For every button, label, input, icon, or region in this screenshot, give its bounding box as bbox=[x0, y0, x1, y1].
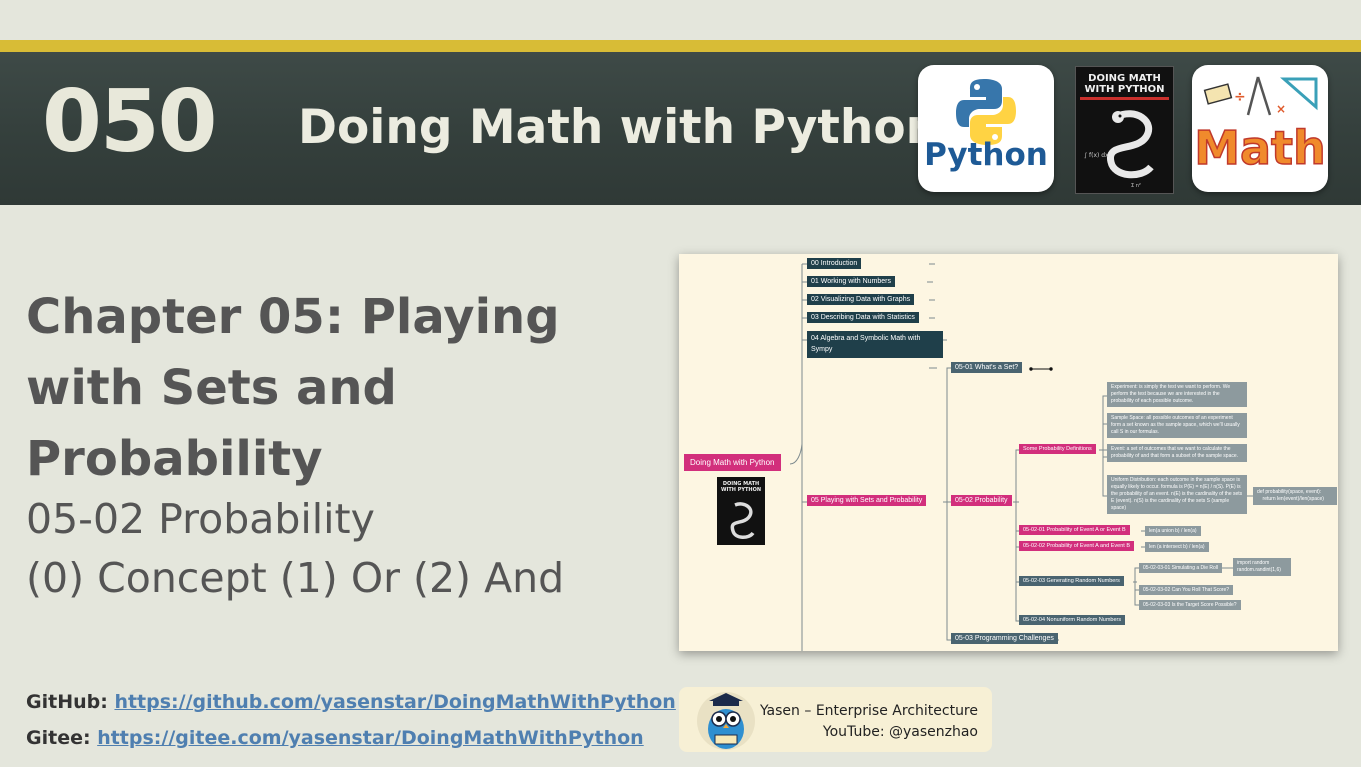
mindmap-definition-note: Sample Space: all possible outcomes of a… bbox=[1107, 413, 1247, 438]
author-info: Yasen – Enterprise Architecture YouTube:… bbox=[760, 701, 978, 743]
github-label: GitHub: bbox=[26, 691, 108, 713]
gitee-link[interactable]: https://gitee.com/yasenstar/DoingMathWit… bbox=[97, 727, 644, 749]
python-logo-card: Python bbox=[918, 65, 1054, 192]
mindmap-random-item: 05-02-03-03 Is the Target Score Possible… bbox=[1139, 600, 1241, 610]
youtube-handle: YouTube: @yasenzhao bbox=[822, 724, 978, 740]
mindmap-subsection-node: 05-02-04 Nonuniform Random Numbers bbox=[1019, 615, 1126, 625]
author-name: Yasen – Enterprise Architecture bbox=[759, 703, 978, 719]
gitee-label: Gitee: bbox=[26, 727, 91, 749]
book-cover: DOING MATH WITH PYTHON ∫ f(x) dx Σ n² bbox=[1075, 66, 1174, 194]
lesson-line-2: (0) Concept (1) Or (2) And bbox=[26, 554, 565, 602]
github-row: GitHub: https://github.com/yasenstar/Doi… bbox=[26, 684, 676, 720]
mindmap-panel: Doing Math with Python DOING MATH WITH P… bbox=[679, 254, 1338, 651]
mindmap-subsection-node: 05-02-01 Probability of Event A or Event… bbox=[1019, 525, 1130, 535]
mindmap-subsection-node: Some Probability Definitions bbox=[1019, 444, 1096, 454]
mindmap-definition-note: Experiment: is simply the test we want t… bbox=[1107, 382, 1247, 407]
mindmap-subsection-node: 05-02-03 Generating Random Numbers bbox=[1019, 576, 1124, 586]
mindmap-chapter-node: 00 Introduction bbox=[807, 258, 862, 269]
mindmap-chapter-node: 01 Working with Numbers bbox=[807, 276, 896, 287]
mindmap-chapter-node: 03 Describing Data with Statistics bbox=[807, 312, 919, 323]
python-logo-text: Python bbox=[924, 137, 1048, 173]
snake-illustration-icon: ∫ f(x) dx Σ n² bbox=[1080, 97, 1169, 189]
math-logo-text: Math bbox=[1193, 120, 1326, 176]
author-card: Yasen – Enterprise Architecture YouTube:… bbox=[679, 687, 992, 752]
mindmap-subsection-node: 05-02-02 Probability of Event A and Even… bbox=[1019, 541, 1135, 551]
mindmap-chapter-node: 04 Algebra and Symbolic Math with Sympy bbox=[807, 331, 943, 358]
series-title: Doing Math with Python bbox=[298, 100, 940, 155]
owl-avatar-icon bbox=[697, 692, 755, 750]
svg-text:Σ n²: Σ n² bbox=[1131, 183, 1141, 189]
mindmap-definition-note: Uniform Distribution: each outcome in th… bbox=[1107, 475, 1247, 514]
mindmap-root-node: Doing Math with Python bbox=[684, 454, 781, 471]
math-logo-card: ÷ × Math bbox=[1192, 65, 1328, 192]
episode-number: 050 bbox=[42, 72, 218, 172]
mindmap-book-thumbnail: DOING MATH WITH PYTHON bbox=[717, 477, 765, 545]
mindmap-section-node-active: 05-02 Probability bbox=[951, 495, 1012, 506]
mindmap-book-snake-icon bbox=[730, 502, 755, 539]
mindmap-section-node: 05-01 What's a Set? bbox=[951, 362, 1023, 373]
gitee-row: Gitee: https://gitee.com/yasenstar/Doing… bbox=[26, 720, 676, 756]
mindmap-chapter-node: 02 Visualizing Data with Graphs bbox=[807, 294, 915, 305]
mindmap-section-node: 05-03 Programming Challenges bbox=[951, 633, 1058, 644]
mindmap-code-note: import random random.randint(1,6) bbox=[1233, 558, 1291, 576]
mindmap-formula-note: len(a union b) / len(a) bbox=[1145, 526, 1201, 536]
mindmap-definition-note: Event: a set of outcomes that we want to… bbox=[1107, 444, 1247, 462]
svg-text:÷: ÷ bbox=[1234, 89, 1246, 105]
chapter-title: Chapter 05: Playing with Sets and Probab… bbox=[26, 289, 560, 487]
mindmap-formula-note: len (a intersect b) / len(a) bbox=[1145, 542, 1209, 552]
repo-links: GitHub: https://github.com/yasenstar/Doi… bbox=[26, 684, 676, 756]
lesson-line-1: 05-02 Probability bbox=[26, 495, 375, 543]
github-link[interactable]: https://github.com/yasenstar/DoingMathWi… bbox=[114, 691, 675, 713]
lesson-subtitle: 05-02 Probability (0) Concept (1) Or (2)… bbox=[26, 490, 564, 608]
top-margin bbox=[0, 0, 1361, 40]
svg-text:×: × bbox=[1276, 102, 1286, 116]
svg-text:∫ f(x) dx: ∫ f(x) dx bbox=[1084, 152, 1109, 159]
mindmap-random-item: 05-02-03-01 Simulating a Die Roll bbox=[1139, 563, 1223, 573]
mindmap-random-item: 05-02-03-02 Can You Roll That Score? bbox=[1139, 585, 1234, 595]
mindmap-code-note: def probability(space, event): return le… bbox=[1253, 487, 1337, 505]
mindmap-chapter-node-active: 05 Playing with Sets and Probability bbox=[807, 495, 927, 506]
gold-accent-bar bbox=[0, 40, 1361, 52]
